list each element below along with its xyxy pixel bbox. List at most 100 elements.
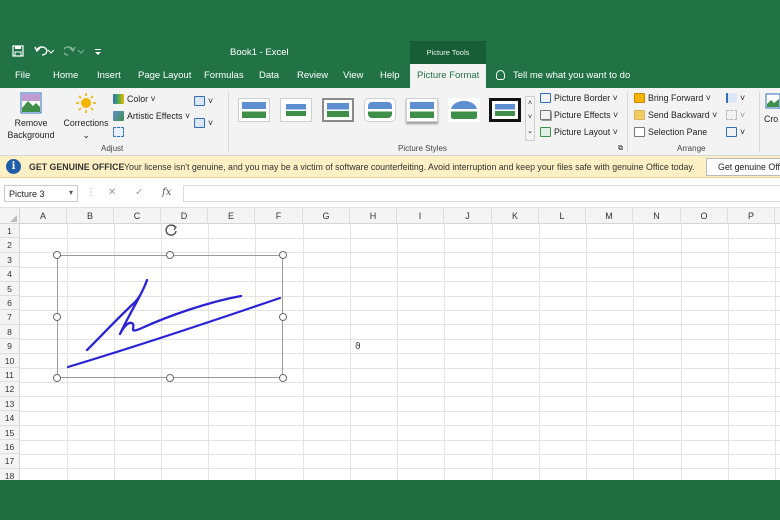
column-header-o[interactable]: O xyxy=(681,208,728,224)
row-header-10[interactable]: 10 xyxy=(0,353,20,368)
resize-handle-left[interactable] xyxy=(53,313,61,321)
resize-handle-top-left[interactable] xyxy=(53,251,61,259)
redo-icon[interactable] xyxy=(62,45,85,60)
get-genuine-office-button[interactable]: Get genuine Office xyxy=(706,158,780,176)
chevron-down-icon[interactable]: ▾ xyxy=(69,188,73,197)
row-header-2[interactable]: 2 xyxy=(0,238,20,253)
gridline xyxy=(350,224,351,480)
resize-handle-right[interactable] xyxy=(279,313,287,321)
picture-style-6[interactable] xyxy=(448,98,480,122)
picture-style-4[interactable] xyxy=(364,98,396,122)
row-header-3[interactable]: 3 xyxy=(0,252,20,268)
row-header-6[interactable]: 6 xyxy=(0,296,20,311)
resize-handle-top[interactable] xyxy=(166,251,174,259)
name-box[interactable]: Picture 3 ▾ xyxy=(4,185,78,202)
row-header-4[interactable]: 4 xyxy=(0,267,20,282)
picture-style-3[interactable] xyxy=(322,98,354,122)
select-all-button[interactable] xyxy=(0,208,20,224)
dialog-launcher-icon[interactable]: ⧉ xyxy=(618,145,623,153)
remove-background-button[interactable]: Remove Background xyxy=(4,92,58,141)
cancel-icon[interactable]: ✕ xyxy=(108,187,116,198)
selection-pane-button[interactable]: Selection Pane xyxy=(634,127,707,137)
row-header-18[interactable]: 18 xyxy=(0,468,20,480)
row-header-8[interactable]: 8 xyxy=(0,324,20,340)
tab-help[interactable]: Help xyxy=(380,70,400,81)
column-header-b[interactable]: B xyxy=(67,208,114,224)
send-backward-button[interactable]: Send Backward ˅ xyxy=(634,110,717,120)
picture-style-2[interactable] xyxy=(280,98,312,122)
column-header-d[interactable]: D xyxy=(161,208,208,224)
row-header-14[interactable]: 14 xyxy=(0,411,20,426)
color-button[interactable]: Color ˅ xyxy=(113,94,156,104)
gallery-scroll[interactable]: ˄ ˅ ⌄ xyxy=(525,96,535,141)
row-header-5[interactable]: 5 xyxy=(0,281,20,296)
bring-forward-button[interactable]: Bring Forward ˅ xyxy=(634,93,711,103)
row-header-13[interactable]: 13 xyxy=(0,396,20,412)
picture-style-1[interactable] xyxy=(238,98,270,122)
column-header-l[interactable]: L xyxy=(539,208,586,224)
row-header-16[interactable]: 16 xyxy=(0,440,20,455)
column-header-e[interactable]: E xyxy=(208,208,255,224)
tell-me-search[interactable]: Tell me what you want to do xyxy=(496,70,630,81)
column-header-n[interactable]: N xyxy=(633,208,681,224)
column-header-h[interactable]: H xyxy=(350,208,397,224)
save-icon[interactable] xyxy=(12,45,24,60)
column-header-a[interactable]: A xyxy=(20,208,67,224)
change-picture-button[interactable]: ˅ xyxy=(194,118,213,128)
artistic-effects-button[interactable]: Artistic Effects ˅ xyxy=(113,111,190,121)
worksheet-grid[interactable]: A B C D E F G H I J K L M N O P 1 2 3 4 … xyxy=(0,208,780,480)
undo-icon[interactable] xyxy=(34,45,55,60)
formula-bar: Picture 3 ▾ ⋮ ✕ ✓ fx xyxy=(0,178,780,208)
column-header-i[interactable]: I xyxy=(397,208,444,224)
enter-icon[interactable]: ✓ xyxy=(135,187,143,198)
rotate-handle-icon[interactable] xyxy=(164,223,178,237)
signature-picture[interactable] xyxy=(53,251,287,382)
crop-button[interactable]: Cro xyxy=(764,92,780,125)
tab-data[interactable]: Data xyxy=(259,70,279,81)
align-button[interactable]: ˅ xyxy=(726,93,745,103)
formula-input[interactable] xyxy=(183,185,780,202)
column-headers: A B C D E F G H I J K L M N O P xyxy=(0,208,780,224)
row-header-7[interactable]: 7 xyxy=(0,310,20,325)
column-header-f[interactable]: F xyxy=(255,208,303,224)
bring-forward-icon xyxy=(634,93,645,103)
picture-border-button[interactable]: Picture Border ˅ xyxy=(540,93,618,103)
insert-function-icon[interactable]: fx xyxy=(162,187,171,198)
corrections-button[interactable]: Corrections ⌄ xyxy=(60,92,112,141)
column-header-k[interactable]: K xyxy=(492,208,539,224)
column-header-c[interactable]: C xyxy=(114,208,161,224)
column-header-m[interactable]: M xyxy=(586,208,633,224)
send-backward-icon xyxy=(634,110,645,120)
row-header-15[interactable]: 15 xyxy=(0,425,20,440)
resize-handle-bottom[interactable] xyxy=(166,374,174,382)
row-header-11[interactable]: 11 xyxy=(0,368,20,383)
resize-handle-bottom-right[interactable] xyxy=(279,374,287,382)
picture-layout-button[interactable]: Picture Layout ˅ xyxy=(540,127,618,137)
column-header-j[interactable]: J xyxy=(444,208,492,224)
tab-view[interactable]: View xyxy=(343,70,363,81)
resize-handle-bottom-left[interactable] xyxy=(53,374,61,382)
tab-home[interactable]: Home xyxy=(53,70,78,81)
row-header-17[interactable]: 17 xyxy=(0,454,20,469)
picture-effects-button[interactable]: Picture Effects ˅ xyxy=(540,110,618,120)
compress-icon xyxy=(194,96,205,106)
tab-insert[interactable]: Insert xyxy=(97,70,121,81)
row-header-9[interactable]: 9 xyxy=(0,339,20,354)
row-header-12[interactable]: 12 xyxy=(0,382,20,397)
picture-style-5[interactable] xyxy=(406,98,438,122)
resize-handle-top-right[interactable] xyxy=(279,251,287,259)
column-header-p[interactable]: P xyxy=(728,208,775,224)
transparency-button[interactable] xyxy=(113,127,127,137)
row-header-1[interactable]: 1 xyxy=(0,224,20,239)
tab-picture-format[interactable]: Picture Format xyxy=(410,64,487,88)
tab-review[interactable]: Review xyxy=(297,70,328,81)
group-button[interactable]: ˅ xyxy=(726,110,745,120)
column-header-g[interactable]: G xyxy=(303,208,350,224)
tab-formulas[interactable]: Formulas xyxy=(204,70,244,81)
customize-qat-icon[interactable] xyxy=(94,45,102,60)
tab-file[interactable]: File xyxy=(15,70,30,81)
rotate-button[interactable]: ˅ xyxy=(726,127,745,137)
picture-style-7[interactable] xyxy=(489,98,521,122)
compress-pictures-button[interactable]: ˅ xyxy=(194,96,213,106)
tab-page-layout[interactable]: Page Layout xyxy=(138,70,191,81)
